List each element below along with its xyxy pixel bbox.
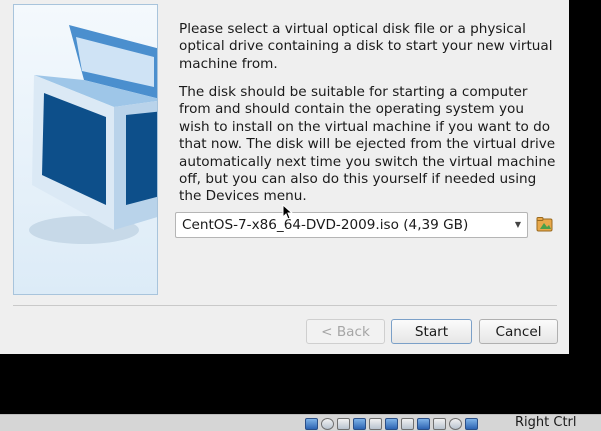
- intro-text: Please select a virtual optical disk fil…: [179, 21, 553, 72]
- vm-status-bar: Right Ctrl: [0, 414, 601, 431]
- virtualbox-logo-image: [13, 4, 158, 295]
- optical-disk-icon[interactable]: [321, 417, 334, 430]
- disk-select[interactable]: CentOS-7-x86_64-DVD-2009.iso (4,39 GB) ▼: [175, 212, 528, 238]
- mouse-cursor-icon: [282, 204, 293, 220]
- display-icon[interactable]: [401, 417, 414, 430]
- mouse-integration-icon[interactable]: [449, 417, 462, 430]
- shared-folders-icon[interactable]: [385, 417, 398, 430]
- network-icon[interactable]: [353, 417, 366, 430]
- cpu-icon[interactable]: [433, 417, 446, 430]
- cancel-button[interactable]: Cancel: [479, 319, 558, 344]
- keyboard-icon[interactable]: [465, 417, 478, 430]
- virtualbox-cube-icon: [29, 25, 157, 244]
- status-tray: [305, 416, 478, 431]
- folder-open-icon: [536, 217, 553, 232]
- back-button[interactable]: < Back: [306, 319, 385, 344]
- button-separator: [13, 305, 557, 306]
- hard-disk-icon[interactable]: [305, 417, 318, 430]
- usb-icon[interactable]: [369, 417, 382, 430]
- chevron-down-icon[interactable]: ▼: [515, 213, 521, 237]
- video-capture-icon[interactable]: [417, 417, 430, 430]
- start-button[interactable]: Start: [391, 319, 472, 344]
- disk-select-value: CentOS-7-x86_64-DVD-2009.iso (4,39 GB): [182, 217, 469, 233]
- audio-icon[interactable]: [337, 417, 350, 430]
- detail-text: The disk should be suitable for starting…: [179, 84, 556, 205]
- choose-disk-file-button[interactable]: [536, 215, 554, 233]
- host-key-label: Right Ctrl: [515, 415, 577, 430]
- start-vm-dialog: Please select a virtual optical disk fil…: [0, 0, 569, 354]
